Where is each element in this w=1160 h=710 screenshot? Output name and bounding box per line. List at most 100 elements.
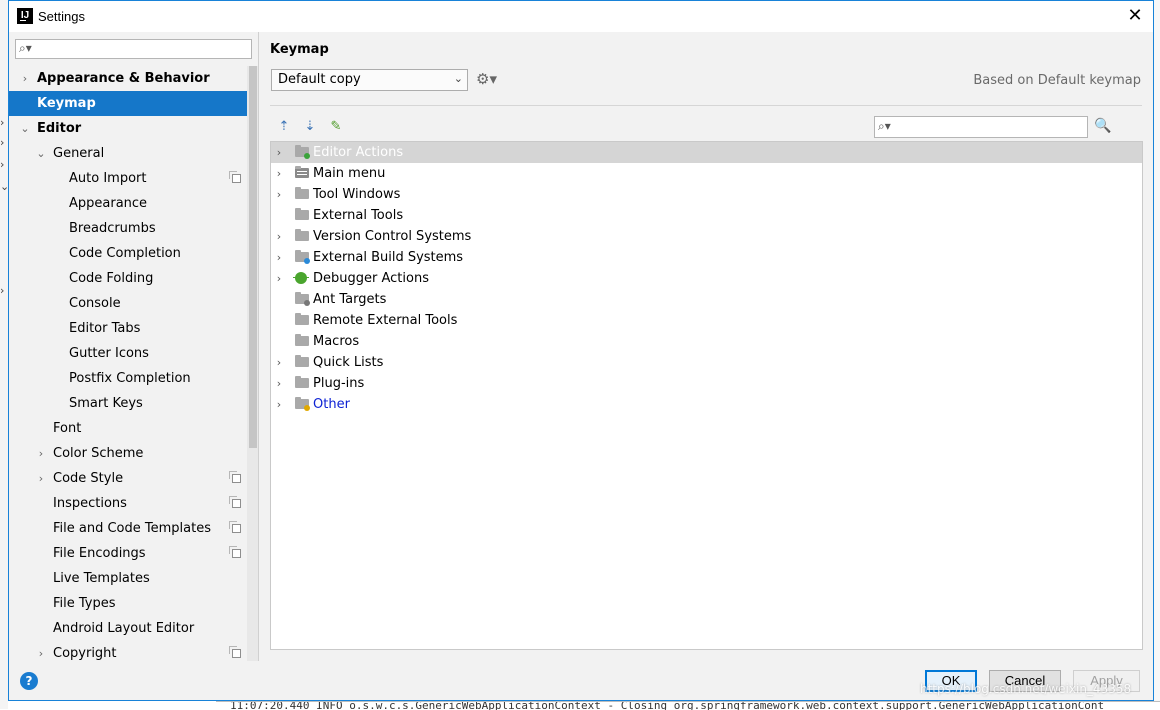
collapse-all-icon[interactable]: ⇣ bbox=[302, 119, 318, 135]
sidebar-item-color-scheme[interactable]: › Color Scheme bbox=[9, 441, 247, 466]
close-button[interactable]: ✕ bbox=[1125, 6, 1145, 26]
folder-icon bbox=[295, 334, 309, 346]
sidebar-item-label: Console bbox=[69, 296, 121, 311]
chevron-right-icon[interactable]: › bbox=[35, 466, 47, 491]
action-group-ant-targets[interactable]: Ant Targets bbox=[271, 289, 1142, 310]
project-scope-icon bbox=[229, 471, 241, 483]
action-group-label: Main menu bbox=[313, 166, 386, 181]
action-group-label: Editor Actions bbox=[313, 145, 404, 160]
find-by-shortcut-icon[interactable]: 🔍 bbox=[1094, 118, 1111, 134]
chevron-right-icon[interactable]: › bbox=[273, 247, 285, 268]
chevron-right-icon[interactable]: › bbox=[273, 352, 285, 373]
sidebar-item-appearance-behavior[interactable]: › Appearance & Behavior bbox=[9, 66, 247, 91]
chevron-right-icon[interactable]: › bbox=[273, 184, 285, 205]
action-group-main-menu[interactable]: › Main menu bbox=[271, 163, 1142, 184]
action-group-label: Other bbox=[313, 397, 350, 412]
edit-shortcut-icon[interactable]: ✎ bbox=[328, 119, 344, 135]
sidebar-item-android-layout-editor[interactable]: Android Layout Editor bbox=[9, 616, 247, 641]
sidebar-item-console[interactable]: Console bbox=[9, 291, 247, 316]
chevron-right-icon[interactable]: › bbox=[273, 226, 285, 247]
action-group-external-build-systems[interactable]: › External Build Systems bbox=[271, 247, 1142, 268]
action-tree: › Editor Actions › Main menu › Tool Windows Ex… bbox=[270, 141, 1143, 650]
action-group-remote-external-tools[interactable]: Remote External Tools bbox=[271, 310, 1142, 331]
overlay-badge-icon bbox=[304, 258, 310, 264]
sidebar-item-label: Auto Import bbox=[69, 171, 147, 186]
sidebar-item-code-folding[interactable]: Code Folding bbox=[9, 266, 247, 291]
chevron-right-icon[interactable]: › bbox=[273, 373, 285, 394]
sidebar-item-live-templates[interactable]: Live Templates bbox=[9, 566, 247, 591]
sidebar-item-appearance[interactable]: Appearance bbox=[9, 191, 247, 216]
search-icon: ⌕▾ bbox=[878, 119, 891, 133]
action-group-label: Ant Targets bbox=[313, 292, 387, 307]
chevron-right-icon[interactable]: › bbox=[273, 394, 285, 415]
sidebar-scroll-thumb[interactable] bbox=[249, 66, 257, 448]
sidebar-item-label: Code Completion bbox=[69, 246, 181, 261]
keymap-dropdown-value: Default copy bbox=[278, 72, 361, 87]
sidebar-item-file-encodings[interactable]: File Encodings bbox=[9, 541, 247, 566]
sidebar-item-file-and-code-templates[interactable]: File and Code Templates bbox=[9, 516, 247, 541]
action-group-label: Remote External Tools bbox=[313, 313, 458, 328]
sidebar-item-label: Appearance bbox=[69, 196, 148, 211]
action-group-label: Quick Lists bbox=[313, 355, 384, 370]
sidebar-item-label: File Encodings bbox=[53, 546, 146, 561]
chevron-right-icon[interactable]: › bbox=[273, 142, 285, 163]
chevron-down-icon[interactable]: ⌄ bbox=[35, 141, 47, 166]
sidebar-item-code-completion[interactable]: Code Completion bbox=[9, 241, 247, 266]
chevron-right-icon[interactable]: › bbox=[273, 268, 285, 289]
background-chevron: › bbox=[0, 158, 5, 171]
action-group-quick-lists[interactable]: › Quick Lists bbox=[271, 352, 1142, 373]
sidebar-scrollbar[interactable] bbox=[247, 66, 258, 661]
sidebar-item-editor[interactable]: ⌄ Editor bbox=[9, 116, 247, 141]
chevron-right-icon[interactable]: › bbox=[273, 163, 285, 184]
action-search-input[interactable] bbox=[897, 119, 1087, 137]
action-group-editor-actions[interactable]: › Editor Actions bbox=[271, 142, 1142, 163]
action-search[interactable]: ⌕▾ bbox=[874, 116, 1088, 138]
sidebar-item-label: Copyright bbox=[53, 646, 117, 661]
sidebar-item-postfix-completion[interactable]: Postfix Completion bbox=[9, 366, 247, 391]
sidebar-item-font[interactable]: Font bbox=[9, 416, 247, 441]
expand-all-icon[interactable]: ⇡ bbox=[276, 119, 292, 135]
overlay-badge-icon bbox=[304, 300, 310, 306]
folder-icon bbox=[295, 229, 309, 241]
sidebar-item-smart-keys[interactable]: Smart Keys bbox=[9, 391, 247, 416]
action-group-version-control-systems[interactable]: › Version Control Systems bbox=[271, 226, 1142, 247]
sidebar-item-file-types[interactable]: File Types bbox=[9, 591, 247, 616]
overlay-badge-icon bbox=[304, 153, 310, 159]
action-group-external-tools[interactable]: External Tools bbox=[271, 205, 1142, 226]
action-group-debugger-actions[interactable]: › Debugger Actions bbox=[271, 268, 1142, 289]
settings-search[interactable]: ⌕▾ bbox=[15, 39, 252, 59]
chevron-right-icon[interactable]: › bbox=[35, 441, 47, 466]
action-group-macros[interactable]: Macros bbox=[271, 331, 1142, 352]
chevron-right-icon[interactable]: › bbox=[35, 641, 47, 661]
folder-icon bbox=[295, 187, 309, 199]
sidebar-item-keymap[interactable]: Keymap bbox=[9, 91, 247, 116]
divider bbox=[270, 105, 1142, 106]
sidebar-item-auto-import[interactable]: Auto Import bbox=[9, 166, 247, 191]
sidebar-item-general[interactable]: ⌄ General bbox=[9, 141, 247, 166]
project-scope-icon bbox=[229, 546, 241, 558]
sidebar-item-code-style[interactable]: › Code Style bbox=[9, 466, 247, 491]
help-button[interactable]: ? bbox=[20, 672, 38, 690]
sidebar-item-gutter-icons[interactable]: Gutter Icons bbox=[9, 341, 247, 366]
chevron-right-icon[interactable]: › bbox=[19, 66, 31, 91]
based-on-label: Based on Default keymap bbox=[973, 73, 1141, 88]
keymap-dropdown[interactable]: Default copy ⌄ bbox=[271, 69, 468, 91]
settings-sidebar: ⌕▾ › Appearance & Behavior Keymap ⌄ Editor ⌄ G… bbox=[9, 32, 259, 661]
settings-search-input[interactable] bbox=[36, 41, 250, 59]
sidebar-item-editor-tabs[interactable]: Editor Tabs bbox=[9, 316, 247, 341]
sidebar-item-copyright[interactable]: › Copyright bbox=[9, 641, 247, 661]
chevron-down-icon[interactable]: ⌄ bbox=[19, 116, 31, 141]
project-scope-icon bbox=[229, 521, 241, 533]
gear-icon[interactable]: ⚙▾ bbox=[476, 70, 497, 88]
action-group-plug-ins[interactable]: › Plug-ins bbox=[271, 373, 1142, 394]
sidebar-item-label: Keymap bbox=[37, 96, 96, 111]
action-group-label: Macros bbox=[313, 334, 360, 349]
settings-tree: › Appearance & Behavior Keymap ⌄ Editor ⌄ Gene… bbox=[9, 66, 247, 661]
sidebar-item-breadcrumbs[interactable]: Breadcrumbs bbox=[9, 216, 247, 241]
sidebar-item-label: Editor Tabs bbox=[69, 321, 141, 336]
action-group-tool-windows[interactable]: › Tool Windows bbox=[271, 184, 1142, 205]
sidebar-item-inspections[interactable]: Inspections bbox=[9, 491, 247, 516]
action-group-label: Debugger Actions bbox=[313, 271, 429, 286]
page-title: Keymap bbox=[270, 42, 329, 57]
action-group-other[interactable]: › Other bbox=[271, 394, 1142, 415]
